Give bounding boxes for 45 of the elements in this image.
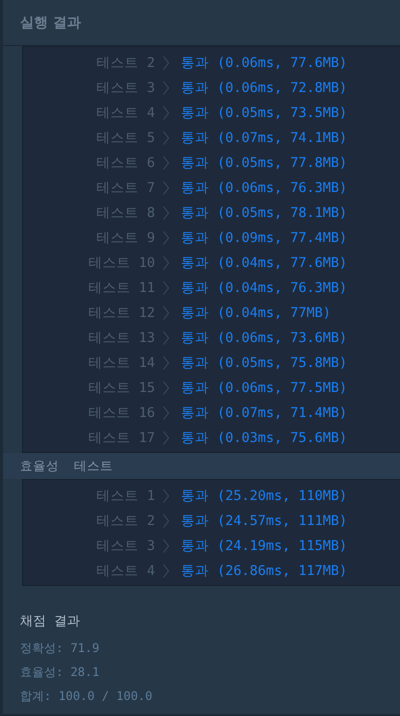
chevron-icon <box>163 430 169 444</box>
chevron-icon <box>163 306 169 320</box>
chevron-icon <box>163 180 169 194</box>
chevron-icon <box>163 256 169 270</box>
score-line: 정확성: 71.9 <box>20 640 100 656</box>
chevron-icon <box>163 230 169 244</box>
chevron-icon <box>163 280 169 294</box>
chevron-icon <box>163 330 169 344</box>
score-line: 합계: 100.0 / 100.0 <box>20 688 154 704</box>
test-result: 통과 (24.19ms, 115MB) <box>181 536 348 554</box>
test-result: 통과 (0.06ms, 77.5MB) <box>181 378 348 396</box>
section-heading: 효율성 테스트 <box>3 453 400 479</box>
test-result: 통과 (0.05ms, 78.1MB) <box>181 204 348 222</box>
test-result: 통과 (0.04ms, 77MB) <box>181 304 331 322</box>
test-result: 통과 (0.07ms, 71.4MB) <box>181 404 348 422</box>
chevron-icon <box>163 380 169 394</box>
test-result: 통과 (0.06ms, 77.6MB) <box>181 54 348 72</box>
test-result: 통과 (0.07ms, 74.1MB) <box>181 128 348 146</box>
chevron-icon <box>163 56 169 70</box>
test-result: 통과 (26.86ms, 117MB) <box>181 562 348 580</box>
test-result: 통과 (0.06ms, 72.8MB) <box>181 78 348 96</box>
chevron-icon <box>163 80 169 94</box>
test-result: 통과 (0.05ms, 77.8MB) <box>181 154 348 172</box>
chevron-icon <box>163 106 169 120</box>
score-title: 채점 결과 <box>20 613 81 630</box>
test-result: 통과 (0.05ms, 73.5MB) <box>181 104 348 122</box>
test-result: 통과 (0.04ms, 76.3MB) <box>181 278 348 296</box>
chevron-icon <box>163 538 169 552</box>
chevron-icon <box>163 514 169 528</box>
test-result: 통과 (0.05ms, 75.8MB) <box>181 354 348 372</box>
test-result: 통과 (24.57ms, 111MB) <box>181 512 348 530</box>
chevron-icon <box>163 356 169 370</box>
chevron-icon <box>163 488 169 502</box>
chevron-icon <box>163 156 169 170</box>
chevron-icon <box>163 130 169 144</box>
test-result: 통과 (0.09ms, 77.4MB) <box>181 228 348 246</box>
chevron-icon <box>163 406 169 420</box>
chevron-icon <box>163 564 169 578</box>
score-line: 효율성: 28.1 <box>20 664 100 680</box>
chevron-icon <box>163 206 169 220</box>
test-result: 통과 (0.06ms, 76.3MB) <box>181 178 348 196</box>
test-result: 통과 (25.20ms, 110MB) <box>181 486 348 504</box>
test-result: 통과 (0.06ms, 73.6MB) <box>181 328 348 346</box>
test-result: 통과 (0.04ms, 77.6MB) <box>181 254 348 272</box>
test-result: 통과 (0.03ms, 75.6MB) <box>181 428 348 446</box>
